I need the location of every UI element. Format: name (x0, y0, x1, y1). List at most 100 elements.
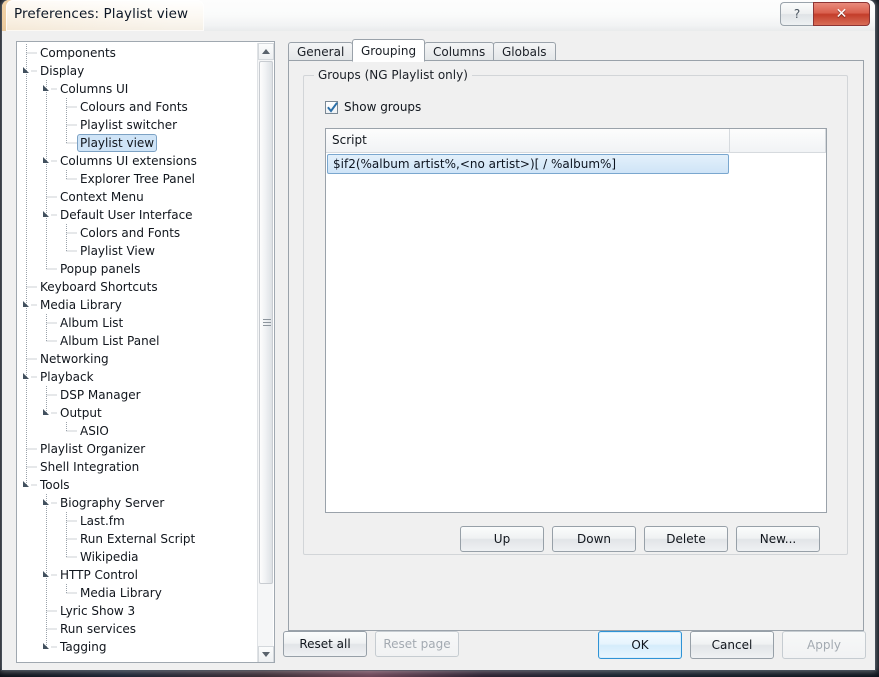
sidebar-item-label: Lyric Show 3 (60, 604, 136, 618)
preferences-tree[interactable]: Components Display Columns UI Colours and F… (16, 41, 275, 663)
sidebar-item-playlist-organizer[interactable]: Playlist Organizer (17, 440, 257, 458)
script-list[interactable]: Script $if2(%album artist%,<no artist>)[… (325, 128, 827, 513)
sidebar-item-playlist-view[interactable]: Playlist view (17, 134, 257, 152)
sidebar-item-asio[interactable]: ASIO (17, 422, 257, 440)
chevron-expanded-icon[interactable] (21, 368, 31, 386)
sidebar-item-lyric-show-3[interactable]: Lyric Show 3 (17, 602, 257, 620)
tree-connector (46, 512, 47, 530)
cancel-button[interactable]: Cancel (690, 631, 774, 659)
scroll-down-icon[interactable] (258, 646, 274, 662)
sidebar-item-run-services[interactable]: Run services (17, 620, 257, 638)
sidebar-item-label: Components (40, 46, 116, 60)
sidebar-item-album-list-panel[interactable]: Album List Panel (17, 332, 257, 350)
chevron-expanded-icon[interactable] (21, 62, 31, 80)
sidebar-item-dsp-manager[interactable]: DSP Manager (17, 386, 257, 404)
delete-button[interactable]: Delete (644, 526, 728, 552)
tab-page-grouping: Groups (NG Playlist only) Show groups Sc… (288, 60, 864, 631)
tree-scrollbar[interactable] (257, 43, 274, 662)
show-groups-checkbox-row[interactable]: Show groups (325, 100, 421, 114)
table-row[interactable]: $if2(%album artist%,<no artist>)[ / %alb… (327, 154, 729, 174)
tab-columns[interactable]: Columns (424, 42, 495, 61)
sidebar-item-columns-ui[interactable]: Columns UI (17, 80, 257, 98)
tree-dotted-link (46, 332, 57, 350)
apply-button: Apply (782, 631, 866, 659)
sidebar-item-shell-integration[interactable]: Shell Integration (17, 458, 257, 476)
tree-connector (26, 386, 27, 404)
tree-connector (26, 260, 27, 278)
chevron-expanded-icon[interactable] (21, 476, 31, 494)
script-list-buttons: Up Down Delete New... (460, 526, 820, 552)
column-header-blank[interactable] (730, 129, 826, 152)
sidebar-item-colours-and-fonts[interactable]: Colours and Fonts (17, 98, 257, 116)
tab-general[interactable]: General (288, 42, 354, 61)
tree-dotted-link (26, 458, 37, 476)
sidebar-item-label: HTTP Control (60, 568, 138, 582)
sidebar-item-last-fm[interactable]: Last.fm (17, 512, 257, 530)
sidebar-item-run-external-script[interactable]: Run External Script (17, 530, 257, 548)
scrollbar-thumb[interactable] (259, 61, 273, 584)
sidebar-item-default-user-interface[interactable]: Default User Interface (17, 206, 257, 224)
sidebar-item-networking[interactable]: Networking (17, 350, 257, 368)
chevron-expanded-icon[interactable] (41, 566, 51, 584)
tab-globals[interactable]: Globals (493, 42, 556, 61)
tree-dotted-link (46, 386, 57, 404)
chevron-expanded-icon[interactable] (41, 494, 51, 512)
sidebar-item-playback[interactable]: Playback (17, 368, 257, 386)
sidebar-item-label: Explorer Tree Panel (80, 172, 195, 186)
show-groups-label: Show groups (344, 100, 422, 114)
sidebar-item-columns-ui-extensions[interactable]: Columns UI extensions (17, 152, 257, 170)
sidebar-item-output[interactable]: Output (17, 404, 257, 422)
tree-dotted-link (66, 530, 77, 548)
sidebar-item-label: Album List Panel (60, 334, 160, 348)
sidebar-item-playlist-view[interactable]: Playlist View (17, 242, 257, 260)
chevron-expanded-icon[interactable] (41, 638, 51, 656)
chevron-expanded-icon[interactable] (41, 80, 51, 98)
tree-connector (26, 314, 27, 332)
tree-dotted-link (66, 170, 77, 188)
sidebar-item-tagging[interactable]: Tagging (17, 638, 257, 656)
sidebar-item-media-library[interactable]: Media Library (17, 296, 257, 314)
down-button[interactable]: Down (552, 526, 636, 552)
ok-button[interactable]: OK (598, 631, 682, 659)
sidebar-item-label: Run services (60, 622, 137, 636)
sidebar-item-popup-panels[interactable]: Popup panels (17, 260, 257, 278)
chevron-expanded-icon[interactable] (41, 404, 51, 422)
sidebar-item-wikipedia[interactable]: Wikipedia (17, 548, 257, 566)
up-button[interactable]: Up (460, 526, 544, 552)
sidebar-item-media-library[interactable]: Media Library (17, 584, 257, 602)
sidebar-item-label: Columns UI extensions (60, 154, 197, 168)
sidebar-item-components[interactable]: Components (17, 44, 257, 62)
sidebar-item-explorer-tree-panel[interactable]: Explorer Tree Panel (17, 170, 257, 188)
sidebar-item-colors-and-fonts[interactable]: Colors and Fonts (17, 224, 257, 242)
close-icon[interactable]: ✕ (813, 2, 870, 26)
sidebar-item-label: Playlist view (77, 134, 158, 152)
column-header-script[interactable]: Script (326, 129, 730, 152)
chevron-expanded-icon[interactable] (41, 152, 51, 170)
sidebar-item-http-control[interactable]: HTTP Control (17, 566, 257, 584)
sidebar-item-biography-server[interactable]: Biography Server (17, 494, 257, 512)
sidebar-item-label: Playlist switcher (80, 118, 178, 132)
window-title: Preferences: Playlist view (14, 6, 189, 22)
tree-dotted-link (66, 422, 77, 440)
chevron-expanded-icon[interactable] (41, 206, 51, 224)
sidebar-item-tools[interactable]: Tools (17, 476, 257, 494)
sidebar-item-album-list[interactable]: Album List (17, 314, 257, 332)
tree-connector (26, 170, 27, 188)
help-icon[interactable]: ? (780, 2, 813, 26)
scroll-up-icon[interactable] (258, 43, 274, 60)
sidebar-item-display[interactable]: Display (17, 62, 257, 80)
show-groups-checkbox[interactable] (325, 100, 338, 114)
tree-dotted-link (66, 116, 77, 134)
tree-connector (46, 98, 47, 116)
sidebar-item-playlist-switcher[interactable]: Playlist switcher (17, 116, 257, 134)
sidebar-item-label: Colours and Fonts (80, 100, 188, 114)
tree-dotted-link (26, 44, 37, 62)
tree-dotted-link (46, 260, 57, 278)
tree-connector (26, 242, 27, 260)
reset-all-button[interactable]: Reset all (283, 631, 367, 657)
sidebar-item-keyboard-shortcuts[interactable]: Keyboard Shortcuts (17, 278, 257, 296)
chevron-expanded-icon[interactable] (21, 296, 31, 314)
sidebar-item-context-menu[interactable]: Context Menu (17, 188, 257, 206)
tab-grouping[interactable]: Grouping (352, 39, 426, 62)
new-button[interactable]: New... (736, 526, 820, 552)
